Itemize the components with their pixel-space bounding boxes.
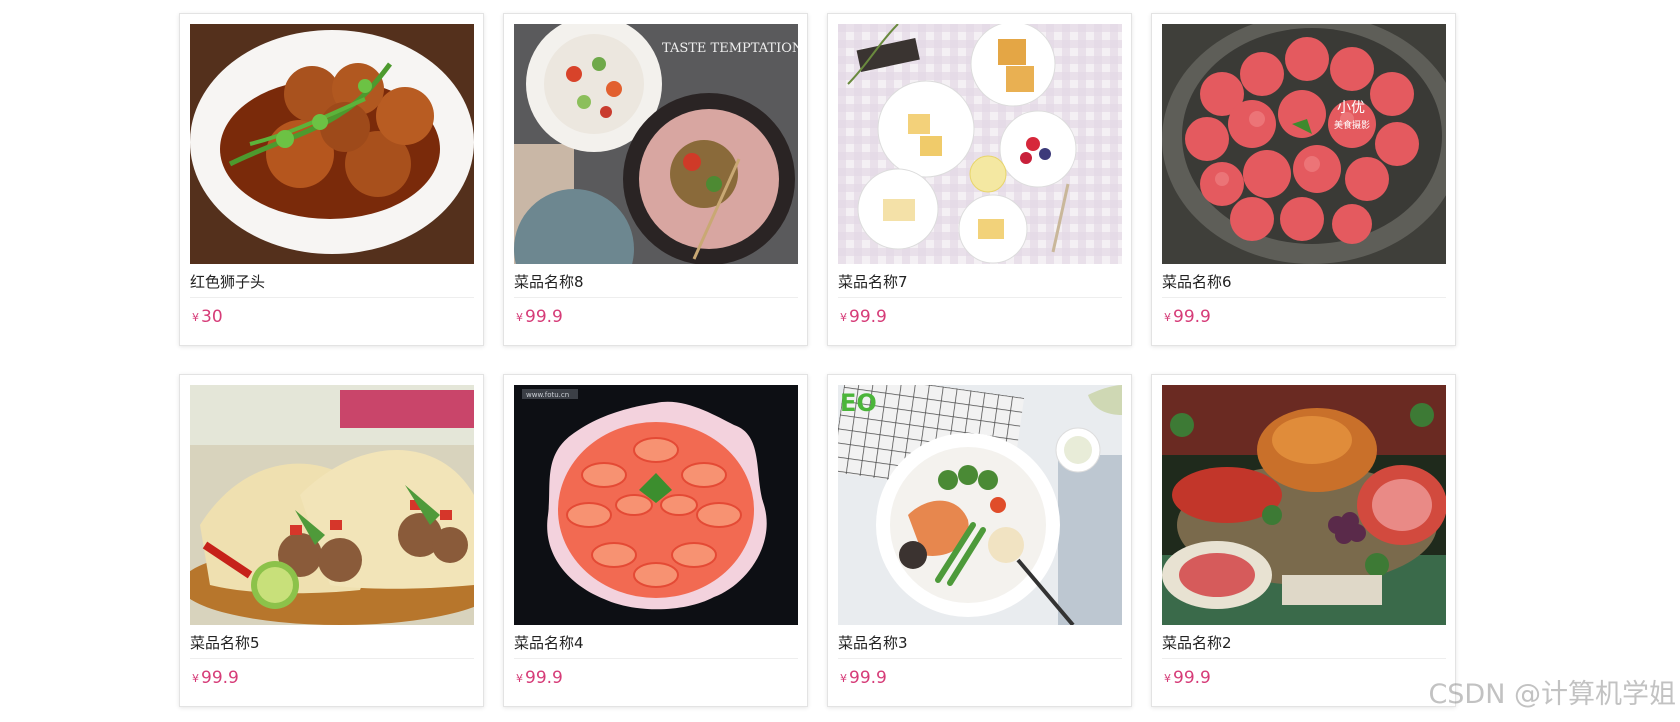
dish-price: 99.9 xyxy=(1173,307,1211,327)
watermark: CSDN @计算机学姐 xyxy=(1428,679,1676,710)
currency-symbol: ¥ xyxy=(840,672,847,685)
currency-symbol: ¥ xyxy=(192,672,199,685)
dish-photo[interactable] xyxy=(190,24,474,264)
price-row: ¥99.9 xyxy=(840,668,887,688)
divider xyxy=(1162,297,1446,298)
dish-photo-image xyxy=(1162,385,1446,625)
dish-price: 30 xyxy=(201,307,223,327)
currency-symbol: ¥ xyxy=(840,311,847,324)
divider xyxy=(190,297,474,298)
dish-photo[interactable]: TASTE TEMPTATION xyxy=(514,24,798,264)
dish-price: 99.9 xyxy=(1173,668,1211,688)
dish-price: 99.9 xyxy=(849,668,887,688)
dish-card[interactable]: TASTE TEMPTATION 菜品名称8 ¥99.9 xyxy=(503,13,808,346)
dish-card[interactable]: 红色狮子头 ¥30 xyxy=(179,13,484,346)
dish-grid: 红色狮子头 ¥30 TASTE TEMPTATION 菜品名称8 ¥ 99.9 … xyxy=(0,0,1680,722)
divider xyxy=(838,658,1122,659)
dish-price: 99.9 xyxy=(201,668,239,688)
dish-name[interactable]: 菜品名称2 xyxy=(1162,633,1446,653)
currency-symbol: ¥ xyxy=(516,672,523,685)
divider xyxy=(190,658,474,659)
currency-symbol: ¥ xyxy=(192,311,199,324)
dish-photo-image: TASTE TEMPTATION xyxy=(514,24,798,264)
divider xyxy=(514,297,798,298)
dish-name[interactable]: 红色狮子头 xyxy=(190,272,474,292)
divider xyxy=(838,297,1122,298)
dish-photo[interactable]: EO xyxy=(838,385,1122,625)
price-row: ¥99.9 xyxy=(516,668,563,688)
dish-name[interactable]: 菜品名称3 xyxy=(838,633,1122,653)
dish-card[interactable]: 菜品名称7 ¥99.9 xyxy=(827,13,1132,346)
divider xyxy=(1162,658,1446,659)
dish-photo-image: www.fotu.cn xyxy=(514,385,798,625)
dish-photo[interactable] xyxy=(838,24,1122,264)
dish-photo[interactable]: www.fotu.cn xyxy=(514,385,798,625)
dish-photo-image xyxy=(190,24,474,264)
photo-caption: 美食摄影 xyxy=(1334,119,1370,131)
currency-symbol: ¥ xyxy=(516,311,523,324)
photo-caption: TASTE TEMPTATION xyxy=(662,41,798,56)
photo-caption: EO xyxy=(840,389,877,417)
dish-card[interactable]: www.fotu.cn 菜品名称4 ¥99.9 xyxy=(503,374,808,707)
currency-symbol: ¥ xyxy=(1164,311,1171,324)
dish-name[interactable]: 菜品名称6 xyxy=(1162,272,1446,292)
dish-price: 99.9 xyxy=(525,668,563,688)
dish-name[interactable]: 菜品名称5 xyxy=(190,633,474,653)
price-row: ¥99.9 xyxy=(516,307,563,327)
dish-photo[interactable]: 小优 美食摄影 xyxy=(1162,24,1446,264)
price-row: ¥99.9 xyxy=(840,307,887,327)
dish-price: 99.9 xyxy=(849,307,887,327)
price-row: ¥99.9 xyxy=(1164,307,1211,327)
price-row: ¥99.9 xyxy=(192,668,239,688)
dish-card[interactable]: 菜品名称5 ¥99.9 xyxy=(179,374,484,707)
dish-photo-image: EO xyxy=(838,385,1122,625)
photo-caption: 小优 xyxy=(1337,100,1365,116)
price-row: ¥30 xyxy=(192,307,223,327)
dish-photo-image xyxy=(190,385,474,625)
dish-photo-image xyxy=(838,24,1122,264)
dish-name[interactable]: 菜品名称7 xyxy=(838,272,1122,292)
dish-card[interactable]: 小优 美食摄影 菜品名称6 ¥99.9 xyxy=(1151,13,1456,346)
dish-price: 99.9 xyxy=(525,307,563,327)
dish-photo[interactable] xyxy=(190,385,474,625)
dish-name[interactable]: 菜品名称8 xyxy=(514,272,798,292)
dish-name[interactable]: 菜品名称4 xyxy=(514,633,798,653)
dish-card[interactable]: EO 菜品名称3 ¥99.9 xyxy=(827,374,1132,707)
price-row: ¥99.9 xyxy=(1164,668,1211,688)
dish-photo[interactable] xyxy=(1162,385,1446,625)
dish-card[interactable]: 菜品名称2 ¥99.9 xyxy=(1151,374,1456,707)
photo-caption: www.fotu.cn xyxy=(526,391,569,399)
divider xyxy=(514,658,798,659)
dish-photo-image: 小优 美食摄影 xyxy=(1162,24,1446,264)
currency-symbol: ¥ xyxy=(1164,672,1171,685)
